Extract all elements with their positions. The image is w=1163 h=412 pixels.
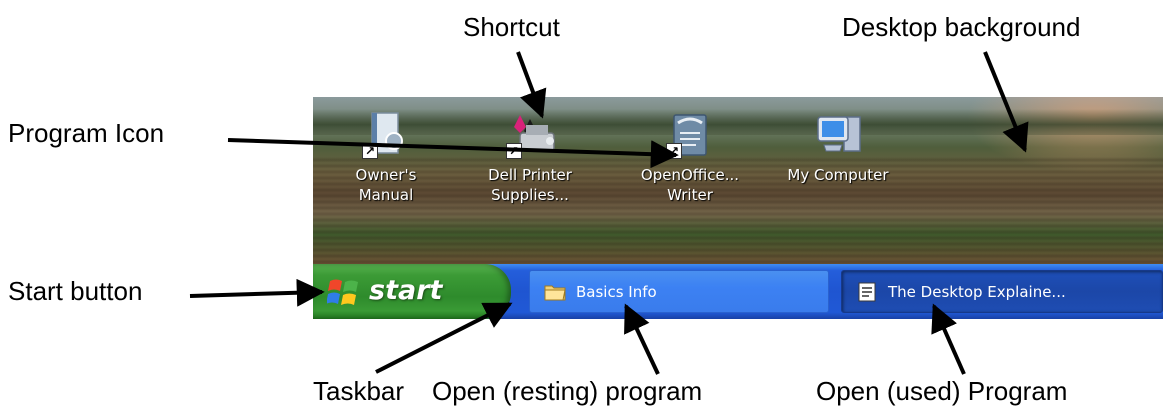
manual-icon: ↗ — [362, 111, 410, 159]
icon-caption-line1: My Computer — [787, 166, 889, 184]
label-taskbar: Taskbar — [313, 376, 405, 406]
taskbar-item-basics-info[interactable]: Basics Info — [529, 270, 829, 313]
shortcut-arrow-icon: ↗ — [666, 143, 682, 159]
icon-caption-line1: Owner's — [355, 166, 417, 184]
icon-caption-line1: OpenOffice... — [640, 166, 740, 184]
printer-icon: ↗ — [506, 111, 555, 159]
taskbar[interactable]: start Basics Info The Desktop Explaine..… — [313, 264, 1163, 319]
label-open-used-program: Open (used) Program — [816, 376, 1068, 406]
shortcut-arrow-icon: ↗ — [506, 143, 522, 159]
shortcut-arrow-icon: ↗ — [362, 143, 378, 159]
writer-icon: ↗ — [666, 111, 714, 159]
icon-caption-line2: Manual — [358, 186, 414, 204]
taskbar-item-label: Basics Info — [576, 283, 657, 301]
desktop-icon-owners-manual[interactable]: ↗ Owner's Manual — [331, 111, 441, 205]
folder-icon — [544, 285, 566, 301]
desktop-screenshot: ↗ Owner's Manual ↗ Dell Printer Supplies… — [313, 97, 1163, 319]
label-start-button: Start button — [8, 276, 143, 306]
label-open-resting-program: Open (resting) program — [432, 376, 703, 406]
document-icon — [858, 282, 876, 302]
icon-caption-line2: Writer — [667, 186, 713, 204]
start-label: start — [369, 275, 443, 306]
arrow-start-button — [189, 278, 325, 307]
desktop-background[interactable]: ↗ Owner's Manual ↗ Dell Printer Supplies… — [313, 97, 1163, 264]
windows-logo-icon — [327, 279, 358, 305]
label-desktop-background: Desktop background — [842, 12, 1081, 42]
start-button[interactable]: start — [313, 264, 511, 319]
icon-caption-line1: Dell Printer — [488, 166, 572, 184]
taskbar-item-label: The Desktop Explaine... — [888, 283, 1066, 301]
desktop-icon-dell-printer-supplies[interactable]: ↗ Dell Printer Supplies... — [475, 111, 585, 205]
desktop-icon-my-computer[interactable]: My Computer — [783, 111, 893, 185]
label-shortcut: Shortcut — [463, 12, 560, 42]
icon-caption-line2: Supplies... — [491, 186, 569, 204]
my-computer-icon — [814, 111, 862, 159]
label-program-icon: Program Icon — [8, 118, 165, 148]
taskbar-item-desktop-explained[interactable]: The Desktop Explaine... — [841, 270, 1163, 313]
desktop-icon-openoffice-writer[interactable]: ↗ OpenOffice... Writer — [635, 111, 745, 205]
